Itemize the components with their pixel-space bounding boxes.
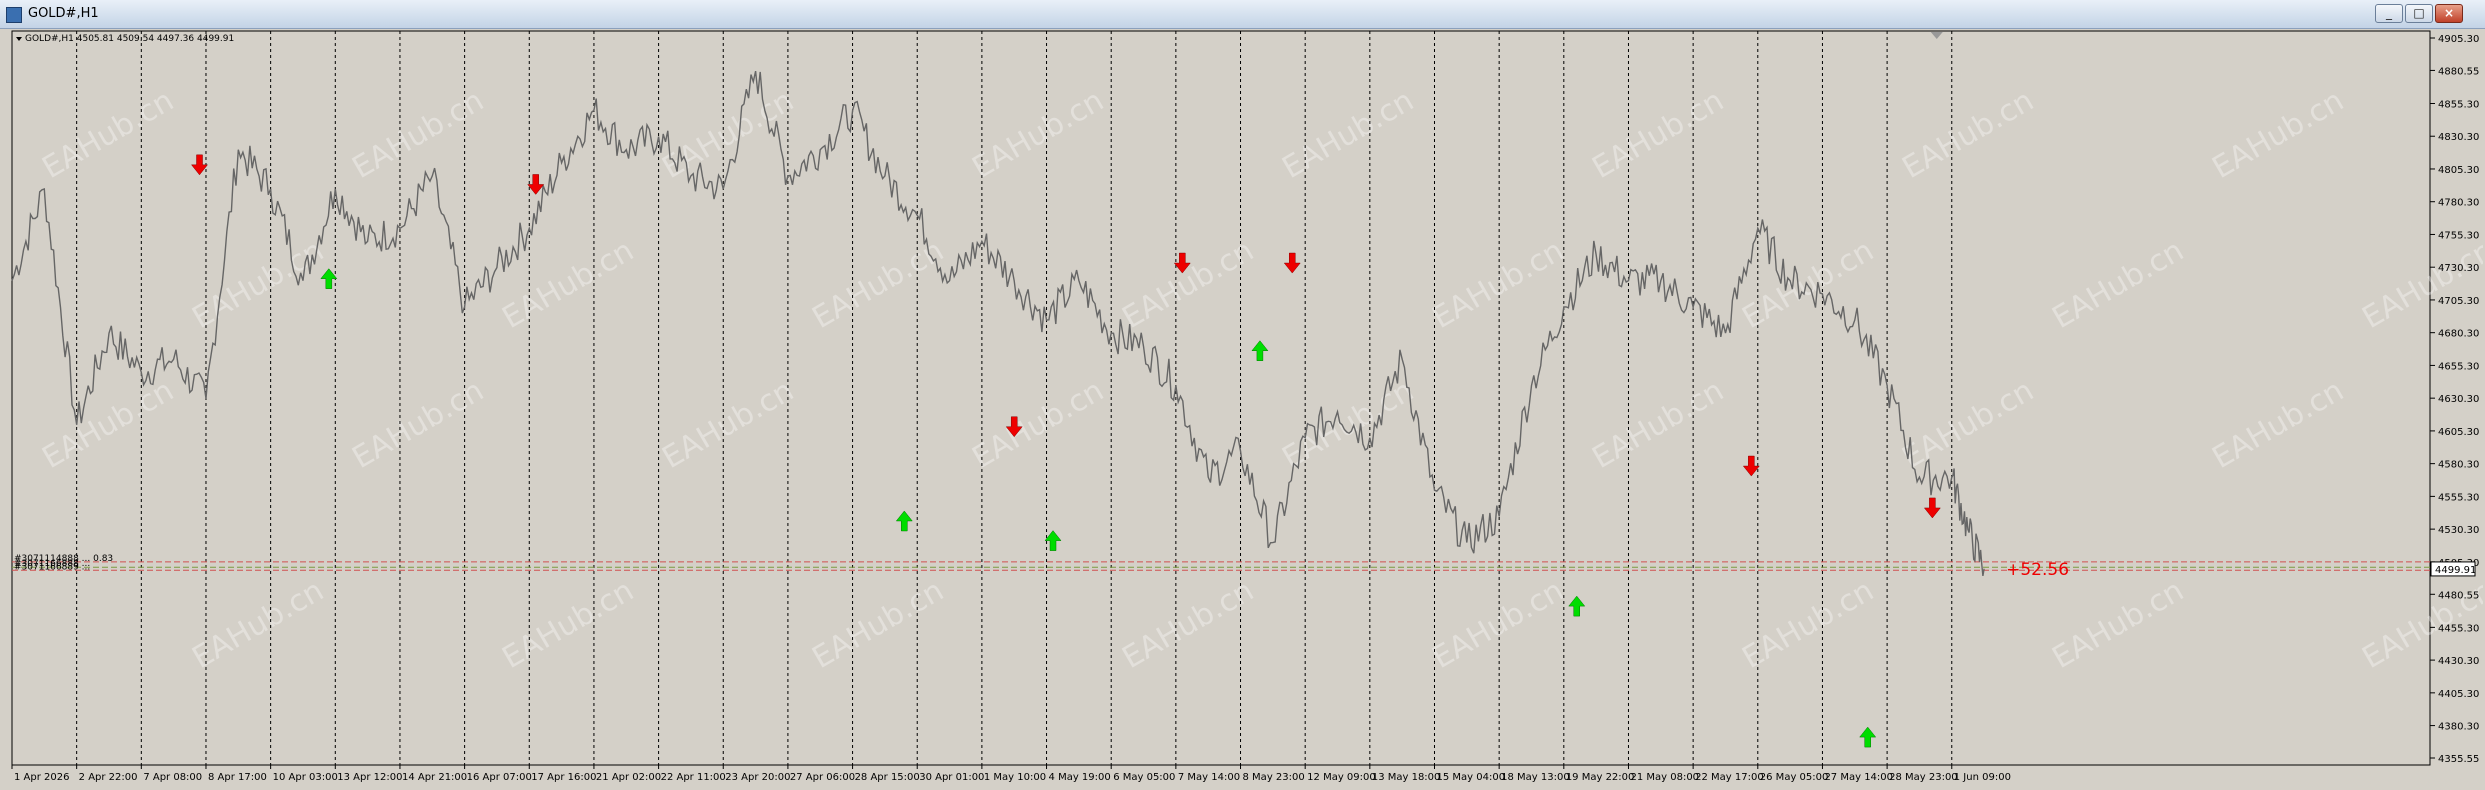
y-tick-label: 4355.55 (2438, 754, 2479, 765)
profit-diff-label: +52.56 (2006, 560, 2069, 580)
x-tick-label: 13 May 18:00 (1372, 772, 1441, 783)
x-tick-label: 22 Apr 11:00 (661, 772, 726, 783)
y-tick-label: 4855.30 (2438, 99, 2479, 110)
y-tick-label: 4755.30 (2438, 230, 2479, 241)
y-tick-label: 4680.30 (2438, 329, 2479, 340)
order-level-label: #3071166889 ... (14, 562, 90, 572)
maximize-icon: □ (2413, 6, 2425, 20)
x-tick-label: 19 May 22:00 (1566, 772, 1635, 783)
y-tick-label: 4905.30 (2438, 34, 2479, 45)
y-tick-label: 4580.30 (2438, 460, 2479, 471)
y-tick-label: 4455.30 (2438, 623, 2479, 634)
y-tick-label: 4780.30 (2438, 198, 2479, 209)
x-tick-label: 8 May 23:00 (1243, 772, 1305, 783)
x-tick-label: 28 Apr 15:00 (855, 772, 920, 783)
y-tick-label: 4705.30 (2438, 296, 2479, 307)
x-tick-label: 12 May 09:00 (1307, 772, 1376, 783)
close-button[interactable]: × (2435, 4, 2463, 23)
x-tick-label: 18 May 13:00 (1501, 772, 1570, 783)
x-tick-label: 7 May 14:00 (1178, 772, 1240, 783)
x-tick-label: 27 Apr 06:00 (790, 772, 855, 783)
x-tick-label: 1 May 10:00 (984, 772, 1046, 783)
y-tick-label: 4430.30 (2438, 656, 2479, 667)
price-chart[interactable]: EAHub.cn EAHub.cn EAHub.cn EAHub.cn EAHub.cn… (10, 29, 2483, 789)
maximize-button[interactable]: □ (2405, 4, 2433, 23)
x-tick-label: 2 Apr 22:00 (79, 772, 138, 783)
x-tick-label: 10 Apr 03:00 (273, 772, 338, 783)
close-icon: × (2443, 6, 2455, 20)
x-tick-label: 13 Apr 12:00 (337, 772, 402, 783)
chart-header-info: GOLD#,H1 4505.81 4509.54 4497.36 4499.91 (25, 34, 234, 44)
minimize-button[interactable]: _ (2375, 4, 2403, 23)
minimize-icon: _ (2386, 6, 2392, 20)
x-tick-label: 21 Apr 02:00 (596, 772, 661, 783)
y-tick-label: 4830.30 (2438, 132, 2479, 143)
y-tick-label: 4605.30 (2438, 427, 2479, 438)
x-tick-label: 14 Apr 21:00 (402, 772, 467, 783)
y-tick-label: 4555.30 (2438, 492, 2479, 503)
chart-area[interactable]: EAHub.cn EAHub.cn EAHub.cn EAHub.cn EAHub.cn… (10, 29, 2483, 789)
x-tick-label: 26 May 05:00 (1760, 772, 1829, 783)
app-icon (6, 7, 22, 23)
y-tick-label: 4630.30 (2438, 394, 2479, 405)
x-tick-label: 27 May 14:00 (1824, 772, 1893, 783)
x-tick-label: 23 Apr 20:00 (725, 772, 790, 783)
current-price-label: 4499.91 (2435, 565, 2476, 576)
y-tick-label: 4655.30 (2438, 361, 2479, 372)
y-tick-label: 4405.30 (2438, 689, 2479, 700)
y-tick-label: 4880.55 (2438, 66, 2479, 77)
window-titlebar[interactable]: GOLD#,H1 _ □ × (0, 0, 2485, 29)
x-tick-label: 16 Apr 07:00 (467, 772, 532, 783)
x-tick-label: 8 Apr 17:00 (208, 772, 267, 783)
y-tick-label: 4380.30 (2438, 722, 2479, 733)
x-tick-label: 17 Apr 16:00 (531, 772, 596, 783)
x-tick-label: 6 May 05:00 (1113, 772, 1175, 783)
x-tick-label: 22 May 17:00 (1695, 772, 1764, 783)
terminal-window: GOLD#,H1 _ □ × EAHub.cn EAHub.cn EAHub.cn E… (0, 0, 2485, 790)
y-tick-label: 4730.30 (2438, 263, 2479, 274)
y-tick-label: 4805.30 (2438, 165, 2479, 176)
y-tick-label: 4530.30 (2438, 525, 2479, 536)
y-tick-label: 4480.55 (2438, 590, 2479, 601)
x-tick-label: 1 Jun 09:00 (1954, 772, 2011, 783)
x-tick-label: 21 May 08:00 (1630, 772, 1699, 783)
x-tick-label: 28 May 23:00 (1889, 772, 1958, 783)
x-tick-label: 7 Apr 08:00 (143, 772, 202, 783)
x-tick-label: 4 May 19:00 (1049, 772, 1111, 783)
window-title: GOLD#,H1 (28, 6, 99, 21)
x-tick-label: 30 Apr 01:00 (919, 772, 984, 783)
x-tick-label: 15 May 04:00 (1436, 772, 1505, 783)
x-tick-label: 1 Apr 2026 (14, 772, 69, 783)
